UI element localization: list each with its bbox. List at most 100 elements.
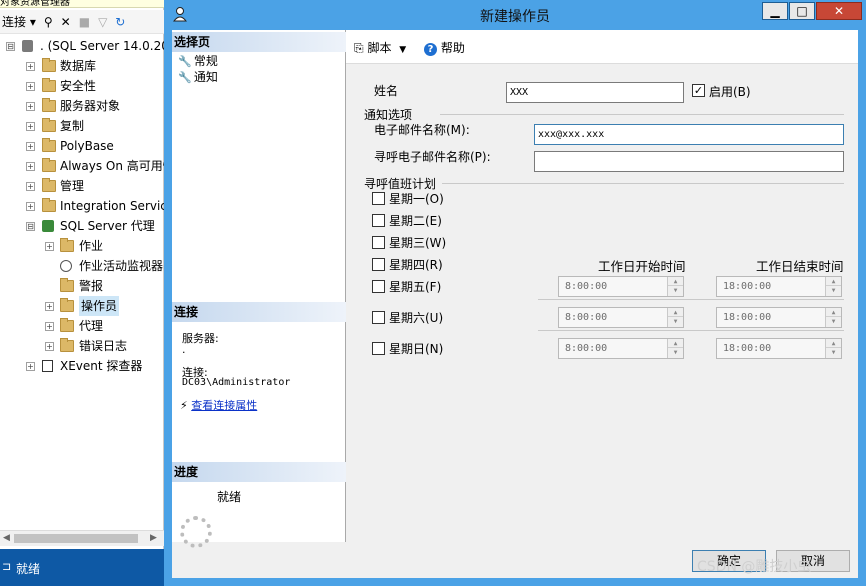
start-time-field[interactable]: 8:00:00 ▲ ▼ bbox=[558, 307, 684, 328]
script-icon: ⎘ bbox=[354, 41, 364, 55]
explorer-toolbar: 连接 ▾ ⚲ ✕ ■ ▽ ↻ bbox=[0, 10, 164, 34]
tree-node[interactable]: + PolyBase bbox=[0, 136, 164, 156]
tree-node[interactable]: + 操作员 bbox=[0, 296, 164, 316]
tree-node[interactable]: + Always On 高可用性 bbox=[0, 156, 175, 176]
tree-node[interactable]: ⊟ . (SQL Server 14.0.20 bbox=[0, 36, 169, 56]
tree-node[interactable]: + 服务器对象 bbox=[0, 96, 164, 116]
tree-node[interactable]: + 管理 bbox=[0, 176, 164, 196]
folder-icon bbox=[42, 138, 56, 152]
refresh-icon[interactable]: ↻ bbox=[115, 15, 125, 29]
end-time-field[interactable]: 18:00:00 ▲ ▼ bbox=[716, 276, 842, 297]
connection-value: DC03\Administrator bbox=[182, 377, 291, 388]
tree-node[interactable]: 警报 bbox=[0, 276, 164, 296]
plug-icon[interactable]: ⚲ bbox=[44, 15, 53, 29]
tree-node-label: SQL Server 代理 bbox=[60, 219, 155, 233]
right-pane: ⎘ 脚本 ▼ ? 帮助 姓名 XXX ✓ 启用(B) 通知选项 电子邮件名称(M… bbox=[346, 30, 858, 542]
day-checkbox[interactable] bbox=[372, 236, 385, 249]
page-notifications[interactable]: 🔧 通知 bbox=[178, 69, 218, 85]
email-field[interactable]: xxx@xxx.xxx bbox=[534, 124, 844, 145]
help-icon: ? bbox=[424, 43, 437, 56]
day-label: 星期二(E) bbox=[389, 214, 442, 228]
start-time-field[interactable]: 8:00:00 ▲ ▼ bbox=[558, 338, 684, 359]
select-page-header: 选择页 bbox=[172, 32, 346, 52]
expand-icon[interactable]: + bbox=[26, 62, 35, 71]
view-connection-properties-link[interactable]: ⚡ 查看连接属性 bbox=[180, 397, 257, 413]
tree-node[interactable]: + 错误日志 bbox=[0, 336, 164, 356]
tree-node-label: Always On 高可用性 bbox=[60, 159, 175, 173]
tree-node-label: Integration Service bbox=[60, 199, 175, 213]
time-spinner[interactable]: ▲ ▼ bbox=[825, 339, 841, 358]
tree-node[interactable]: + 作业 bbox=[0, 236, 164, 256]
connection-properties-icon: ⚡ bbox=[180, 399, 188, 412]
time-spinner[interactable]: ▲ ▼ bbox=[825, 277, 841, 296]
time-spinner[interactable]: ▲ ▼ bbox=[667, 339, 683, 358]
close-button[interactable]: ✕ bbox=[816, 2, 862, 20]
start-time-field[interactable]: 8:00:00 ▲ ▼ bbox=[558, 276, 684, 297]
tree-node-label: 作业活动监视器 bbox=[79, 259, 164, 273]
day-checkbox[interactable] bbox=[372, 342, 385, 355]
expand-icon[interactable]: + bbox=[45, 242, 54, 251]
chevron-down-icon: ▼ bbox=[399, 45, 407, 55]
expand-icon[interactable]: + bbox=[26, 182, 35, 191]
dialog-titlebar[interactable]: 新建操作员 ▁ □ ✕ bbox=[164, 0, 866, 30]
tree-node[interactable]: + 复制 bbox=[0, 116, 164, 136]
folder-icon bbox=[60, 278, 74, 292]
maximize-button[interactable]: □ bbox=[789, 2, 815, 20]
tree-node[interactable]: 作业活动监视器 bbox=[0, 256, 164, 276]
expand-icon[interactable]: + bbox=[26, 122, 35, 131]
name-field[interactable]: XXX bbox=[506, 82, 684, 103]
day-label: 星期四(R) bbox=[389, 258, 443, 272]
end-time-field[interactable]: 18:00:00 ▲ ▼ bbox=[716, 307, 842, 328]
day-checkbox[interactable] bbox=[372, 192, 385, 205]
script-button[interactable]: ⎘ 脚本 ▼ bbox=[354, 39, 406, 56]
expand-icon[interactable]: + bbox=[26, 162, 35, 171]
day-checkbox[interactable] bbox=[372, 258, 385, 271]
tree-node-label: 复制 bbox=[60, 119, 85, 133]
tree-node[interactable]: ⊟ SQL Server 代理 bbox=[0, 216, 164, 236]
tree-node[interactable]: + 数据库 bbox=[0, 56, 164, 76]
tree-node-label: 作业 bbox=[79, 239, 104, 253]
tree-node[interactable]: + Integration Service bbox=[0, 196, 174, 216]
time-spinner[interactable]: ▲ ▼ bbox=[667, 308, 683, 327]
stop-icon[interactable]: ■ bbox=[79, 15, 90, 29]
expand-icon[interactable]: + bbox=[45, 342, 54, 351]
pager-email-label: 寻呼电子邮件名称(P): bbox=[374, 150, 491, 164]
time-spinner[interactable]: ▲ ▼ bbox=[825, 308, 841, 327]
expand-icon[interactable]: + bbox=[45, 302, 54, 311]
expand-icon[interactable]: + bbox=[26, 362, 35, 371]
day-checkbox[interactable] bbox=[372, 214, 385, 227]
object-explorer: 对象资源管理器 连接 ▾ ⚲ ✕ ■ ▽ ↻ ⊟ . (SQL Server 14… bbox=[0, 0, 175, 586]
tree-node-label: 操作员 bbox=[79, 296, 120, 316]
tree-node[interactable]: + 代理 bbox=[0, 316, 164, 336]
collapse-icon[interactable]: ⊟ bbox=[6, 42, 15, 51]
day-row-divider bbox=[538, 299, 844, 300]
folder-icon bbox=[60, 318, 74, 332]
explorer-tree: ⊟. (SQL Server 14.0.20 + 数据库 + 安全性 + 服务器对象 + 复制 +… bbox=[0, 36, 175, 376]
expand-icon[interactable]: + bbox=[26, 142, 35, 151]
day-checkbox[interactable] bbox=[372, 311, 385, 324]
expand-icon[interactable]: + bbox=[26, 102, 35, 111]
pager-email-field[interactable] bbox=[534, 151, 844, 172]
day-label: 星期三(W) bbox=[389, 236, 447, 250]
end-time-field[interactable]: 18:00:00 ▲ ▼ bbox=[716, 338, 842, 359]
notify-group-divider bbox=[440, 114, 844, 115]
explorer-hscrollbar[interactable]: ◀ ▶ bbox=[0, 530, 164, 546]
filter-icon[interactable]: ▽ bbox=[98, 15, 107, 29]
help-button[interactable]: ? 帮助 bbox=[424, 39, 465, 56]
tree-node[interactable]: + 安全性 bbox=[0, 76, 164, 96]
minimize-button[interactable]: ▁ bbox=[762, 2, 788, 20]
enabled-checkbox[interactable]: ✓ bbox=[692, 84, 705, 97]
disconnect-icon[interactable]: ✕ bbox=[61, 15, 71, 29]
day-checkbox[interactable] bbox=[372, 280, 385, 293]
expand-icon[interactable]: + bbox=[26, 82, 35, 91]
server-icon bbox=[22, 40, 33, 52]
collapse-icon[interactable]: ⊟ bbox=[26, 222, 35, 231]
page-general[interactable]: 🔧 常规 bbox=[178, 53, 218, 69]
expand-icon[interactable]: + bbox=[26, 202, 35, 211]
expand-icon[interactable]: + bbox=[45, 322, 54, 331]
status-text: 就绪 bbox=[16, 562, 41, 576]
connect-button[interactable]: 连接 ▾ bbox=[2, 13, 36, 30]
tree-node-label: 服务器对象 bbox=[60, 99, 121, 113]
tree-node[interactable]: + XEvent 探查器 bbox=[0, 356, 164, 376]
time-spinner[interactable]: ▲ ▼ bbox=[667, 277, 683, 296]
